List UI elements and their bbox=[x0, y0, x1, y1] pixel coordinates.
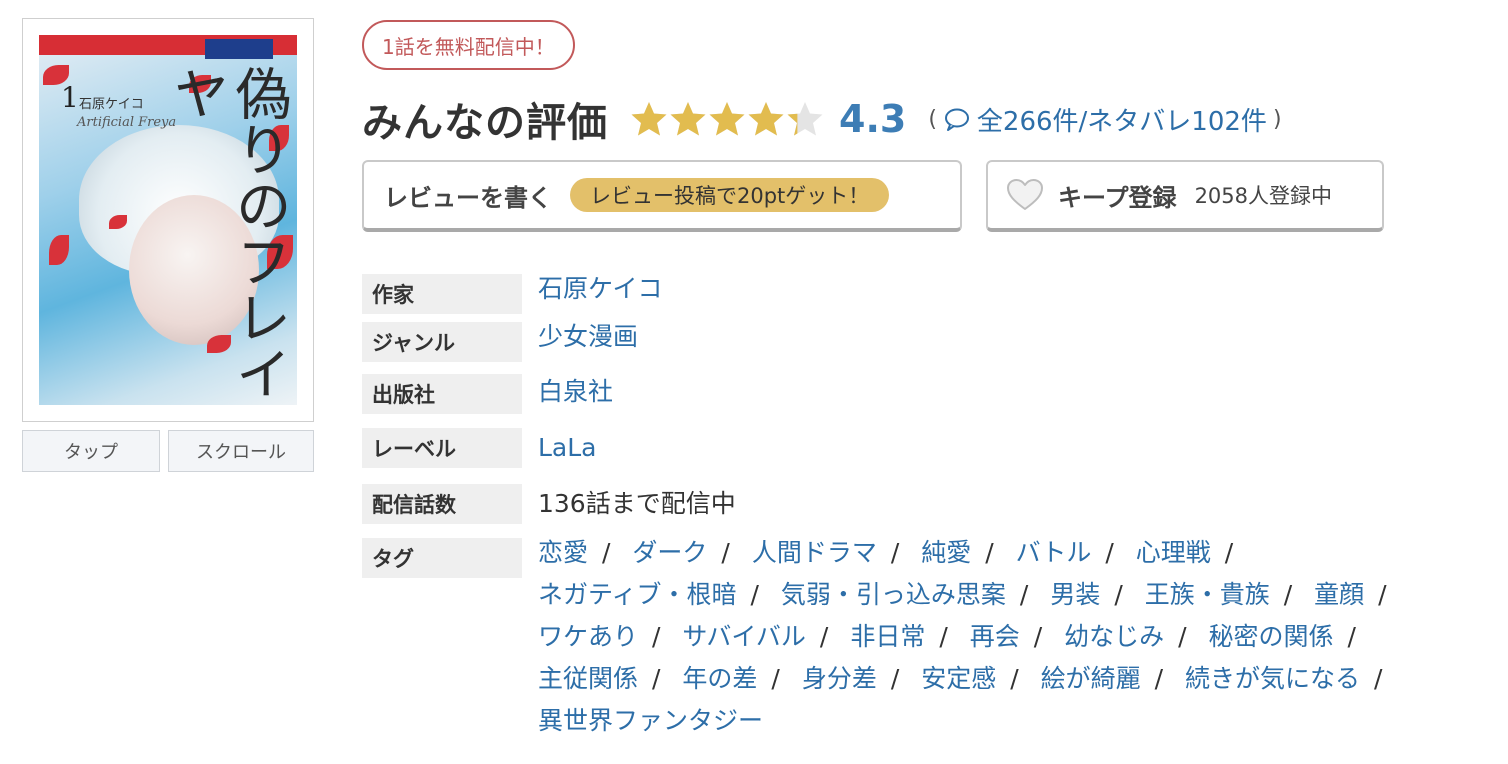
publisher-badge bbox=[205, 39, 273, 59]
tag-link[interactable]: 心理戦 bbox=[1136, 538, 1211, 567]
free-episode-badge: 1話を無料配信中！ bbox=[362, 20, 575, 70]
tap-view-button[interactable]: タップ bbox=[22, 430, 160, 472]
star-icon bbox=[708, 100, 746, 138]
info-key-publisher: 出版社 bbox=[362, 374, 522, 414]
publisher-link[interactable]: 白泉社 bbox=[538, 374, 613, 414]
rating-row: みんなの評価 4.3 ( 全266件/ネタバレ102件 ) bbox=[362, 92, 1288, 146]
tag-link[interactable]: バトル bbox=[1016, 538, 1092, 567]
tag-separator: / bbox=[890, 538, 900, 567]
tag-link[interactable]: 純愛 bbox=[921, 538, 971, 567]
tag-list: 恋愛 / ダーク / 人間ドラマ / 純愛 / バトル / 心理戦 / ネガティブ・根暗 / … bbox=[538, 532, 1478, 742]
star-icon bbox=[630, 100, 668, 138]
tag-link[interactable]: 幼なじみ bbox=[1064, 622, 1164, 651]
tag-link[interactable]: 気弱・引っ込み思案 bbox=[781, 580, 1006, 609]
tag-separator: / bbox=[1019, 580, 1029, 609]
info-row-tags: タグ bbox=[362, 538, 522, 578]
write-review-label: レビューを書く bbox=[384, 183, 552, 212]
tag-separator: / bbox=[652, 622, 661, 651]
tag-separator: / bbox=[985, 538, 994, 567]
tag-link[interactable]: 恋愛 bbox=[538, 538, 588, 567]
tag-separator: / bbox=[890, 664, 900, 693]
tag-separator: / bbox=[819, 622, 829, 651]
tag-link[interactable]: 男装 bbox=[1050, 580, 1100, 609]
tag-separator: / bbox=[1378, 580, 1387, 609]
tag-link[interactable]: 異世界ファンタジー bbox=[538, 706, 763, 735]
star-icon bbox=[669, 100, 707, 138]
speech-bubble-icon bbox=[944, 108, 969, 131]
tag-link[interactable]: 続きが気になる bbox=[1185, 664, 1360, 693]
tag-link[interactable]: 秘密の関係 bbox=[1209, 622, 1334, 651]
star-icon bbox=[747, 100, 785, 138]
tag-separator: / bbox=[771, 664, 780, 693]
tag-separator: / bbox=[652, 664, 661, 693]
tag-link[interactable]: 年の差 bbox=[682, 664, 757, 693]
tag-separator: / bbox=[602, 538, 611, 567]
tag-link[interactable]: 再会 bbox=[970, 622, 1020, 651]
info-key-author: 作家 bbox=[362, 274, 522, 314]
tag-separator: / bbox=[1347, 622, 1356, 651]
review-counts-link[interactable]: ( 全266件/ネタバレ102件 ) bbox=[922, 101, 1287, 138]
tag-separator: / bbox=[1224, 538, 1234, 567]
info-row-publisher: 出版社 白泉社 bbox=[362, 374, 613, 414]
tag-link[interactable]: 非日常 bbox=[850, 622, 925, 651]
info-key-tags: タグ bbox=[362, 538, 522, 578]
info-row-label: レーベル LaLa bbox=[362, 428, 597, 468]
tag-separator: / bbox=[1374, 664, 1383, 693]
cover-subtitle: Artificial Freya bbox=[77, 115, 177, 130]
petal bbox=[49, 235, 69, 265]
author-link[interactable]: 石原ケイコ bbox=[538, 274, 663, 314]
keep-count: 2058人登録中 bbox=[1194, 184, 1333, 208]
open-paren: ( bbox=[928, 106, 937, 132]
tag-link[interactable]: 安定感 bbox=[921, 664, 996, 693]
keep-label: キープ登録 bbox=[1058, 183, 1177, 212]
tag-separator: / bbox=[750, 580, 759, 609]
close-paren: ) bbox=[1272, 106, 1282, 132]
star-icon bbox=[786, 100, 824, 138]
info-row-episodes: 配信話数 136話まで配信中 bbox=[362, 484, 736, 524]
tag-link[interactable]: サバイバル bbox=[682, 622, 806, 651]
cover-author: 石原ケイコ bbox=[79, 97, 144, 112]
info-key-label: レーベル bbox=[362, 428, 522, 468]
tag-separator: / bbox=[1033, 622, 1043, 651]
label-link[interactable]: LaLa bbox=[538, 428, 597, 468]
review-counts-text: 全266件/ネタバレ102件 bbox=[976, 106, 1267, 137]
heart-icon bbox=[1007, 179, 1043, 210]
tag-link[interactable]: ネガティブ・根暗 bbox=[538, 580, 737, 609]
tag-link[interactable]: 童顔 bbox=[1314, 580, 1364, 609]
write-review-button[interactable]: レビューを書く レビュー投稿で20ptゲット！ bbox=[362, 160, 962, 232]
cover-image[interactable]: 1 石原ケイコ Artificial Freya 偽りのフレイヤ bbox=[39, 35, 297, 405]
tag-link[interactable]: ダーク bbox=[632, 538, 707, 567]
scroll-view-button[interactable]: スクロール bbox=[168, 430, 314, 472]
rating-label: みんなの評価 bbox=[362, 100, 608, 146]
episodes-value: 136話まで配信中 bbox=[538, 489, 736, 518]
cover-volume: 1 bbox=[61, 81, 79, 114]
cover-frame[interactable]: 1 石原ケイコ Artificial Freya 偽りのフレイヤ bbox=[22, 18, 314, 422]
tag-separator: / bbox=[1154, 664, 1164, 693]
tag-separator: / bbox=[721, 538, 730, 567]
tag-link[interactable]: ワケあり bbox=[538, 622, 638, 651]
info-key-episodes: 配信話数 bbox=[362, 484, 522, 524]
keep-button[interactable]: キープ登録 2058人登録中 bbox=[986, 160, 1384, 232]
tag-separator: / bbox=[1178, 622, 1187, 651]
genre-link[interactable]: 少女漫画 bbox=[538, 322, 638, 362]
tag-link[interactable]: 絵が綺麗 bbox=[1041, 664, 1141, 693]
tag-link[interactable]: 身分差 bbox=[802, 664, 877, 693]
tag-separator: / bbox=[1010, 664, 1019, 693]
rating-value: 4.3 bbox=[839, 97, 907, 141]
tag-separator: / bbox=[1283, 580, 1293, 609]
tag-separator: / bbox=[1105, 538, 1114, 567]
tag-link[interactable]: 主従関係 bbox=[538, 664, 638, 693]
rating-stars bbox=[630, 100, 825, 138]
info-row-author: 作家 石原ケイコ bbox=[362, 274, 663, 314]
tag-separator: / bbox=[1114, 580, 1123, 609]
points-pill: レビュー投稿で20ptゲット！ bbox=[570, 178, 890, 212]
tag-separator: / bbox=[939, 622, 948, 651]
tag-link[interactable]: 王族・貴族 bbox=[1145, 580, 1270, 609]
info-row-genre: ジャンル 少女漫画 bbox=[362, 322, 638, 362]
tag-link[interactable]: 人間ドラマ bbox=[752, 538, 877, 567]
cover-title: 偽りのフレイヤ bbox=[164, 65, 291, 401]
info-key-genre: ジャンル bbox=[362, 322, 522, 362]
